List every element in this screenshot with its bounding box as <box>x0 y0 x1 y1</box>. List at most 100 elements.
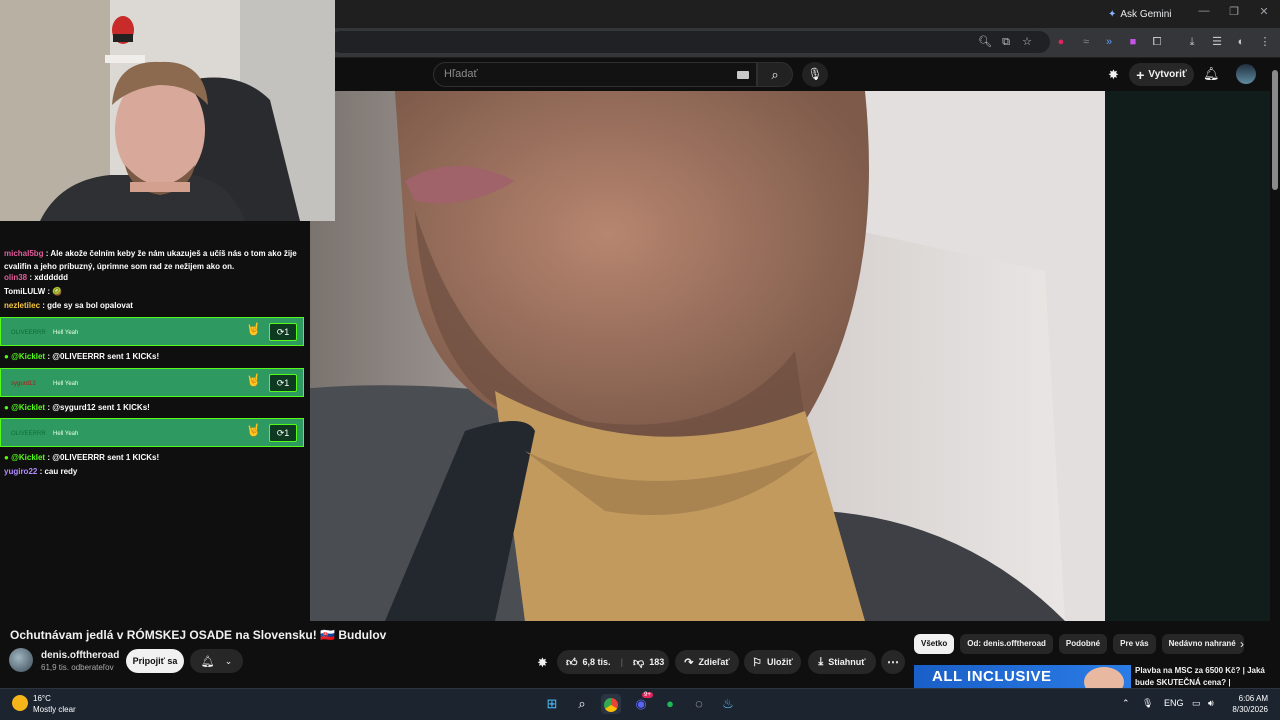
microphone-icon: 🎙︎ <box>807 67 823 81</box>
sparkle-icon[interactable]: ✸ <box>1108 67 1119 83</box>
chat-username: yugiro22 <box>4 467 38 476</box>
notifications-bell-icon[interactable]: 🔔︎ <box>1203 66 1220 82</box>
create-button[interactable]: + Vytvoriť <box>1129 63 1194 86</box>
language-indicator[interactable]: ENG <box>1164 698 1184 708</box>
divider: | <box>620 657 624 667</box>
kick-count-badge: ⟳1 <box>269 374 297 392</box>
system-clock[interactable]: 6:06 AM 8/30/2026 <box>1226 693 1268 715</box>
download-icon[interactable]: ⤓ <box>1184 34 1200 50</box>
kick-bullet-icon: ● <box>4 352 12 361</box>
kick-bullet-icon: ● <box>4 453 12 462</box>
chip-related[interactable]: Podobné <box>1058 634 1108 654</box>
share-icon: ↷ <box>684 656 694 669</box>
subscription-bell-button[interactable]: 🔔︎ ⌄ <box>190 649 243 673</box>
chat-username: olin38 <box>4 273 28 282</box>
extension-red-icon[interactable]: ● <box>1053 34 1069 50</box>
video-title: Ochutnávam jedlá v RÓMSKEJ OSADE na Slov… <box>10 628 387 642</box>
chevron-right-icon[interactable]: › <box>1240 637 1244 651</box>
chip-from-channel[interactable]: Od: denis.offtheroad <box>960 634 1053 654</box>
thumbs-down-icon[interactable]: 👎︎ <box>633 656 644 669</box>
like-dislike-group: 👍︎ 6,8 tis. | 👎︎ 183 <box>557 650 669 674</box>
more-horizontal-icon: ⋯ <box>887 655 899 669</box>
keyboard-icon[interactable] <box>737 71 749 79</box>
ask-gemini-button[interactable]: ✦ Ask Gemini <box>1108 6 1172 22</box>
weather-moon-icon[interactable] <box>12 695 28 711</box>
thumbs-up-icon[interactable]: 👍︎ <box>566 656 578 669</box>
spotify-icon[interactable]: ● <box>660 694 680 714</box>
chat-text: : xdddddd <box>27 273 69 282</box>
windows-start-icon[interactable]: ⊞ <box>542 694 562 714</box>
search-icon[interactable]: ⌕ <box>572 694 592 714</box>
bookmark-star-icon[interactable]: ☆ <box>1019 34 1035 50</box>
volume-icon[interactable]: 🔊︎ <box>1208 698 1214 709</box>
share-button[interactable]: ↷ Zdieľať <box>675 650 739 674</box>
save-button[interactable]: ⚐ Uložiť <box>744 650 801 674</box>
join-button[interactable]: Pripojiť sa <box>126 649 184 673</box>
sparkle-icon[interactable]: ✸ <box>537 655 548 671</box>
chat-username: michal5bg <box>4 249 44 258</box>
download-button[interactable]: ⤓ Stiahnuť <box>808 650 876 674</box>
voice-search-button[interactable]: 🎙︎ <box>802 62 828 87</box>
chat-username: @Kicklet <box>11 352 46 361</box>
kick-bullet-icon: ● <box>4 403 12 412</box>
chevron-down-icon: ⌄ <box>224 655 233 666</box>
scrollbar-thumb[interactable] <box>1272 70 1278 190</box>
chat-message: ● @Kicklet : @0LIVEERRR sent 1 KICKs! <box>4 350 304 363</box>
related-video-thumbnail[interactable]: ALL INCLUSIVE <box>914 665 1131 688</box>
extension-purple-icon[interactable]: ■ <box>1125 34 1141 50</box>
plus-icon: + <box>1136 66 1145 83</box>
extensions-puzzle-icon[interactable]: ⧠ <box>1149 34 1165 50</box>
chip-recently-uploaded[interactable]: Nedávno nahrané <box>1161 634 1244 654</box>
more-actions-button[interactable]: ⋯ <box>881 650 905 674</box>
restore-icon[interactable]: ❐ <box>1224 5 1244 21</box>
bookmark-icon: ⚐ <box>752 656 763 669</box>
app-circle-icon[interactable]: ◌ <box>689 694 709 714</box>
zoom-icon[interactable]: 🔍︎ <box>977 34 993 50</box>
microphone-icon[interactable]: 🎙︎ <box>1142 698 1153 709</box>
dislike-count[interactable]: 183 <box>649 657 664 667</box>
clock-date: 8/30/2026 <box>1232 705 1268 714</box>
kick-gift-banner: OLIVEERRR Hell Yeah 🤘 ⟳1 <box>0 317 304 346</box>
kick-message: Hell Yeah <box>53 431 79 437</box>
chat-text: : cau redy <box>37 467 78 476</box>
create-label: Vytvoriť <box>1148 69 1187 80</box>
like-count[interactable]: 6,8 tis. <box>583 657 611 667</box>
search-button[interactable]: ⌕ <box>757 62 793 87</box>
related-video-title[interactable]: Plavba na MSC za 6500 Kč? | Jaká bude SK… <box>1135 665 1265 689</box>
playlist-icon[interactable]: ☰ <box>1209 34 1225 50</box>
gemini-sparkle-icon: ✦ <box>1108 8 1117 20</box>
close-icon[interactable]: ✕ <box>1254 5 1274 21</box>
weather-description[interactable]: Mostly clear <box>33 705 76 714</box>
chat-message: michal5bg : Ale akože čelním keby že nám… <box>4 247 304 273</box>
download-label: Stiahnuť <box>828 657 866 667</box>
steam-icon[interactable]: ♨ <box>718 694 738 714</box>
channel-name[interactable]: denis.offtheroad <box>41 650 119 661</box>
bell-icon: 🔔︎ <box>200 655 215 668</box>
channel-avatar[interactable] <box>9 648 33 672</box>
right-panel-background <box>1105 91 1270 621</box>
live-chat-overlay: michal5bg : Ale akože čelním keby že nám… <box>0 221 310 621</box>
extension-blue-icon[interactable]: » <box>1101 34 1117 50</box>
account-avatar[interactable] <box>1236 64 1256 84</box>
search-input[interactable]: Hľadať <box>433 62 757 87</box>
clock-time: 6:06 AM <box>1238 694 1268 703</box>
ask-gemini-label: Ask Gemini <box>1120 8 1172 20</box>
profile-avatar-icon[interactable]: ◐ <box>1233 34 1249 50</box>
chat-message: olin38 : xdddddd <box>4 271 304 284</box>
minimize-icon[interactable]: — <box>1194 5 1214 21</box>
chip-for-you[interactable]: Pre vás <box>1113 634 1156 654</box>
network-icon[interactable]: ▭ <box>1192 698 1201 709</box>
extension-gray-icon[interactable]: ≈ <box>1078 34 1094 50</box>
chevron-up-icon[interactable]: ⌃ <box>1122 698 1130 709</box>
menu-icon[interactable]: ⋮ <box>1257 34 1273 50</box>
chrome-icon[interactable] <box>601 694 621 714</box>
chip-all[interactable]: Všetko <box>914 634 955 654</box>
weather-temperature[interactable]: 16°C <box>33 694 51 703</box>
cast-icon[interactable]: ⧉ <box>998 34 1014 50</box>
address-bar[interactable] <box>330 31 1050 53</box>
chat-text: : Ale akože čelním keby že nám ukazuješ … <box>4 249 297 271</box>
kick-gift-banner: sygurd12 Hell Yeah 🤘 ⟳1 <box>0 368 304 397</box>
chat-message: TomiLULW : 🥝 <box>4 285 304 298</box>
chat-username: @Kicklet <box>11 453 46 462</box>
webcam-overlay <box>0 0 335 221</box>
